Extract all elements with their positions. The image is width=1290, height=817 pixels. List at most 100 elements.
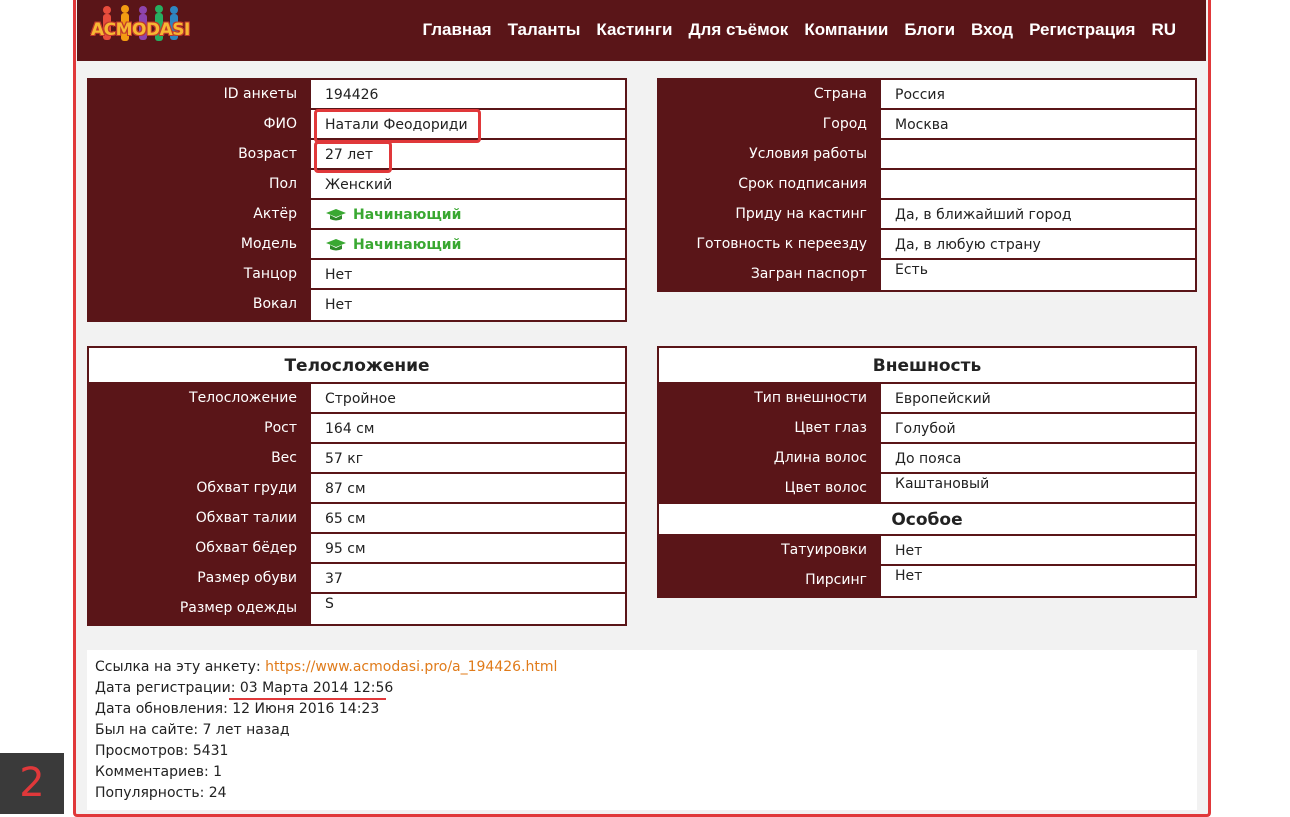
nav-companies[interactable]: Компании: [804, 20, 888, 40]
row-label: ID анкеты: [89, 80, 311, 108]
table-row: Длина волос До пояса: [659, 444, 1195, 474]
level-text: Начинающий: [353, 237, 462, 253]
graduation-cap-icon: [326, 209, 346, 221]
row-value: 87 см: [311, 474, 625, 502]
row-label: Условия работы: [659, 140, 881, 168]
row-label: Обхват груди: [89, 474, 311, 502]
row-value: Да, в любую страну: [881, 230, 1195, 258]
main-nav: Главная Таланты Кастинги Для съёмок Комп…: [422, 20, 1176, 40]
site-header: ACMODASI Главная Таланты Кастинги Для съ…: [77, 0, 1206, 61]
row-label: Модель: [89, 230, 311, 258]
views-count: Просмотров: 5431: [95, 743, 229, 759]
table-row: Татуировки Нет: [659, 536, 1195, 566]
update-date: Дата обновления: 12 Июня 2016 14:23: [95, 701, 380, 717]
table-row: Приду на кастинг Да, в ближайший город: [659, 200, 1195, 230]
row-label: Размер обуви: [89, 564, 311, 592]
table-row: Обхват груди 87 см: [89, 474, 625, 504]
table-row: Обхват бёдер 95 см: [89, 534, 625, 564]
registration-date-underline: [229, 698, 386, 700]
popularity: Популярность: 24: [95, 785, 227, 801]
profile-info: Ссылка на эту анкету: https://www.acmoda…: [87, 650, 1197, 810]
row-value: Нет: [311, 260, 625, 288]
row-label: Татуировки: [659, 536, 881, 564]
profile-link-line: Ссылка на эту анкету: https://www.acmoda…: [95, 657, 1189, 678]
row-value: [881, 170, 1195, 198]
name-highlight: [314, 109, 481, 143]
table-row: Пол Женский: [89, 170, 625, 200]
row-label: Телосложение: [89, 384, 311, 412]
row-label: Пол: [89, 170, 311, 198]
nav-talents[interactable]: Таланты: [508, 20, 581, 40]
profile-link-label: Ссылка на эту анкету:: [95, 659, 266, 675]
table-row: Страна Россия: [659, 80, 1195, 110]
comments-count: Комментариев: 1: [95, 764, 223, 780]
row-value: 57 кг: [311, 444, 625, 472]
table-row: Модель Начинающий: [89, 230, 625, 260]
table-row: Готовность к переезду Да, в любую страну: [659, 230, 1195, 260]
table-row: Размер обуви 37: [89, 564, 625, 594]
logo-text: ACMODASI: [91, 20, 190, 40]
table-row: Размер одежды S: [89, 594, 625, 624]
row-value: Женский: [311, 170, 625, 198]
nav-register[interactable]: Регистрация: [1029, 20, 1135, 40]
row-value: Москва: [881, 110, 1195, 138]
section-title: Особое: [659, 504, 1195, 536]
row-value: Да, в ближайший город: [881, 200, 1195, 228]
nav-login[interactable]: Вход: [971, 20, 1013, 40]
table-row: Тип внешности Европейский: [659, 384, 1195, 414]
age-highlight: [314, 141, 392, 173]
table-row: Телосложение Стройное: [89, 384, 625, 414]
table-row: Вес 57 кг: [89, 444, 625, 474]
row-label: Актёр: [89, 200, 311, 228]
row-label: Приду на кастинг: [659, 200, 881, 228]
table-row: Пирсинг Нет: [659, 566, 1195, 596]
row-value: S: [311, 594, 625, 624]
row-label: Город: [659, 110, 881, 138]
table-row: Обхват талии 65 см: [89, 504, 625, 534]
row-value: Стройное: [311, 384, 625, 412]
table-row: Город Москва: [659, 110, 1195, 140]
table-row: Загран паспорт Есть: [659, 260, 1195, 290]
row-label: Размер одежды: [89, 594, 311, 624]
row-label: Цвет волос: [659, 474, 881, 502]
row-label: Вокал: [89, 290, 311, 320]
table-row: Условия работы: [659, 140, 1195, 170]
table-row: Вокал Нет: [89, 290, 625, 320]
row-value: До пояса: [881, 444, 1195, 472]
graduation-cap-icon: [326, 239, 346, 251]
appearance-table: Внешность Тип внешности Европейский Цвет …: [657, 346, 1197, 598]
row-label: Длина волос: [659, 444, 881, 472]
row-value: Россия: [881, 80, 1195, 108]
row-label: Готовность к переезду: [659, 230, 881, 258]
section-title: Телосложение: [89, 348, 625, 384]
nav-blogs[interactable]: Блоги: [904, 20, 955, 40]
nav-main[interactable]: Главная: [422, 20, 491, 40]
row-label: Цвет глаз: [659, 414, 881, 442]
row-value: Нет: [881, 566, 1195, 596]
row-label: Рост: [89, 414, 311, 442]
row-value: Нет: [881, 536, 1195, 564]
table-row: Срок подписания: [659, 170, 1195, 200]
row-value: Нет: [311, 290, 625, 320]
row-label: Обхват талии: [89, 504, 311, 532]
row-label: Срок подписания: [659, 170, 881, 198]
row-label: Тип внешности: [659, 384, 881, 412]
row-label: Страна: [659, 80, 881, 108]
section-title: Внешность: [659, 348, 1195, 384]
row-value: [881, 140, 1195, 168]
nav-for-shooting[interactable]: Для съёмок: [688, 20, 788, 40]
profile-link[interactable]: https://www.acmodasi.pro/a_194426.html: [265, 659, 557, 675]
level-text: Начинающий: [353, 207, 462, 223]
row-value: Есть: [881, 260, 1195, 290]
nav-castings[interactable]: Кастинги: [596, 20, 672, 40]
row-value: Каштановый: [881, 474, 1195, 502]
table-row: Цвет глаз Голубой: [659, 414, 1195, 444]
row-label: Вес: [89, 444, 311, 472]
row-value: 95 см: [311, 534, 625, 562]
table-row: ID анкеты 194426: [89, 80, 625, 110]
row-value: 164 см: [311, 414, 625, 442]
row-value: Голубой: [881, 414, 1195, 442]
nav-language[interactable]: RU: [1151, 20, 1176, 40]
location-table: Страна Россия Город Москва Условия работы …: [657, 78, 1197, 292]
site-logo[interactable]: ACMODASI: [91, 4, 190, 56]
